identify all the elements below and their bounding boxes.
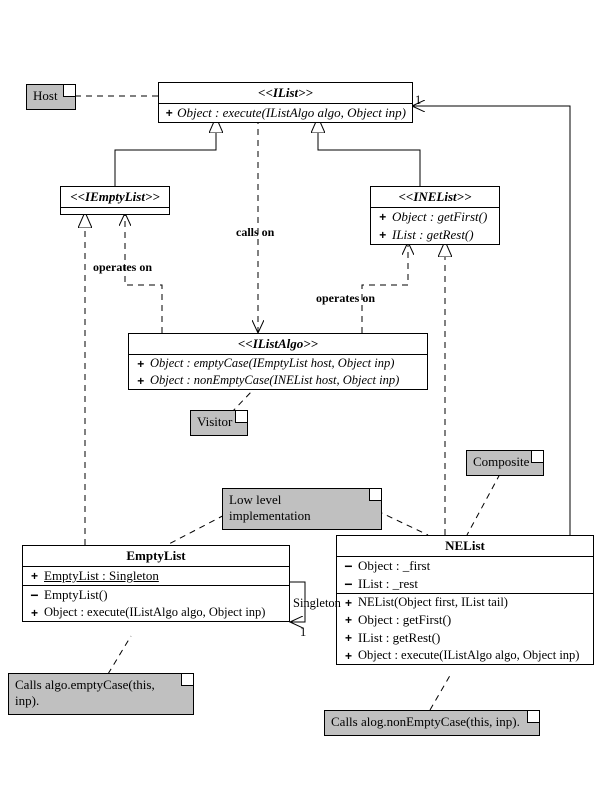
note-text: Calls alog.nonEmptyCase(this, inp). [331,714,520,729]
op-nonemptycase: + Object : nonEmptyCase(INEList host, Ob… [129,372,427,389]
multiplicity-one: 1 [300,625,306,640]
visibility-public: + [135,374,146,388]
visibility-public: + [29,569,40,583]
note-nonemptycase-call: Calls alog.nonEmptyCase(this, inp). [324,710,540,736]
op-getfirst: + Object : getFirst() [337,611,593,629]
class-title: <<INEList>> [371,187,499,208]
op-getrest: + IList : getRest() [371,226,499,244]
op-text: EmptyList() [44,587,108,603]
label-operates-on-left: operates on [93,260,152,275]
attr-singleton: + EmptyList : Singleton [23,567,289,585]
label-calls-on: calls on [236,225,274,240]
note-ear-icon [369,489,381,501]
visibility-public: + [343,613,354,627]
note-text: Host [33,88,58,103]
note-ear-icon [531,451,543,463]
visibility-public: + [343,649,354,663]
op-execute: + Object : execute(IListAlgo algo, Objec… [337,647,593,664]
class-title: <<IList>> [159,83,412,104]
note-emptycase-call: Calls algo.emptyCase(this, inp). [8,673,194,715]
note-visitor: Visitor [190,410,248,436]
visibility-private: − [29,590,40,600]
attr-text: Object : _first [358,558,430,574]
op-execute: + Object : execute(IListAlgo algo, Objec… [159,104,412,122]
note-composite: Composite [466,450,544,476]
note-low-level: Low level implementation [222,488,382,530]
class-nelist: NEList − Object : _first − IList : _rest… [336,535,594,665]
attr-rest: − IList : _rest [337,575,593,593]
visibility-public: + [343,631,354,645]
attr-first: − Object : _first [337,557,593,575]
op-text: Object : nonEmptyCase(INEList host, Obje… [150,373,399,388]
op-ctor: + NEList(Object first, IList tail) [337,594,593,611]
op-execute: + Object : execute(IListAlgo algo, Objec… [23,604,289,621]
op-getrest: + IList : getRest() [337,629,593,647]
op-text: Object : getFirst() [358,612,451,628]
op-text: Object : emptyCase(IEmptyList host, Obje… [150,356,394,371]
class-iemptylist: <<IEmptyList>> [60,186,170,215]
class-title: EmptyList [23,546,289,567]
op-text: IList : getRest() [358,630,440,646]
visibility-public: + [343,596,354,610]
op-text: Object : execute(IListAlgo algo, Object … [358,648,579,663]
visibility-public: + [377,210,388,224]
visibility-public: + [165,106,173,120]
visibility-private: − [343,561,354,571]
visibility-public: + [377,228,388,242]
op-emptycase: + Object : emptyCase(IEmptyList host, Ob… [129,355,427,372]
op-text: Object : execute(IListAlgo algo, Object … [44,605,265,620]
note-text: Low level implementation [229,492,311,523]
note-ear-icon [527,711,539,723]
class-title: <<IListAlgo>> [129,334,427,355]
note-ear-icon [235,411,247,423]
op-text: NEList(Object first, IList tail) [358,595,508,610]
visibility-public: + [29,606,40,620]
note-text: Calls algo.emptyCase(this, inp). [15,677,155,708]
class-inelist: <<INEList>> + Object : getFirst() + ILis… [370,186,500,245]
attr-text: EmptyList : Singleton [44,568,159,584]
multiplicity-one-top: 1 [415,93,421,108]
label-singleton: Singleton [293,596,341,611]
class-ilistalgo: <<IListAlgo>> + Object : emptyCase(IEmpt… [128,333,428,390]
label-operates-on-right: operates on [316,291,375,306]
note-text: Visitor [197,414,232,429]
note-text: Composite [473,454,529,469]
op-ctor: − EmptyList() [23,586,289,604]
note-ear-icon [63,85,75,97]
class-title: NEList [337,536,593,557]
visibility-public: + [135,357,146,371]
class-emptylist: EmptyList + EmptyList : Singleton − Empt… [22,545,290,622]
op-text: IList : getRest() [392,227,474,243]
note-ear-icon [181,674,193,686]
op-text: Object : execute(IListAlgo algo, Object … [177,105,406,121]
class-ilist: <<IList>> + Object : execute(IListAlgo a… [158,82,413,123]
op-getfirst: + Object : getFirst() [371,208,499,226]
visibility-private: − [343,579,354,589]
attr-text: IList : _rest [358,576,418,592]
class-title: <<IEmptyList>> [61,187,169,208]
note-host: Host [26,84,76,110]
op-text: Object : getFirst() [392,209,487,225]
